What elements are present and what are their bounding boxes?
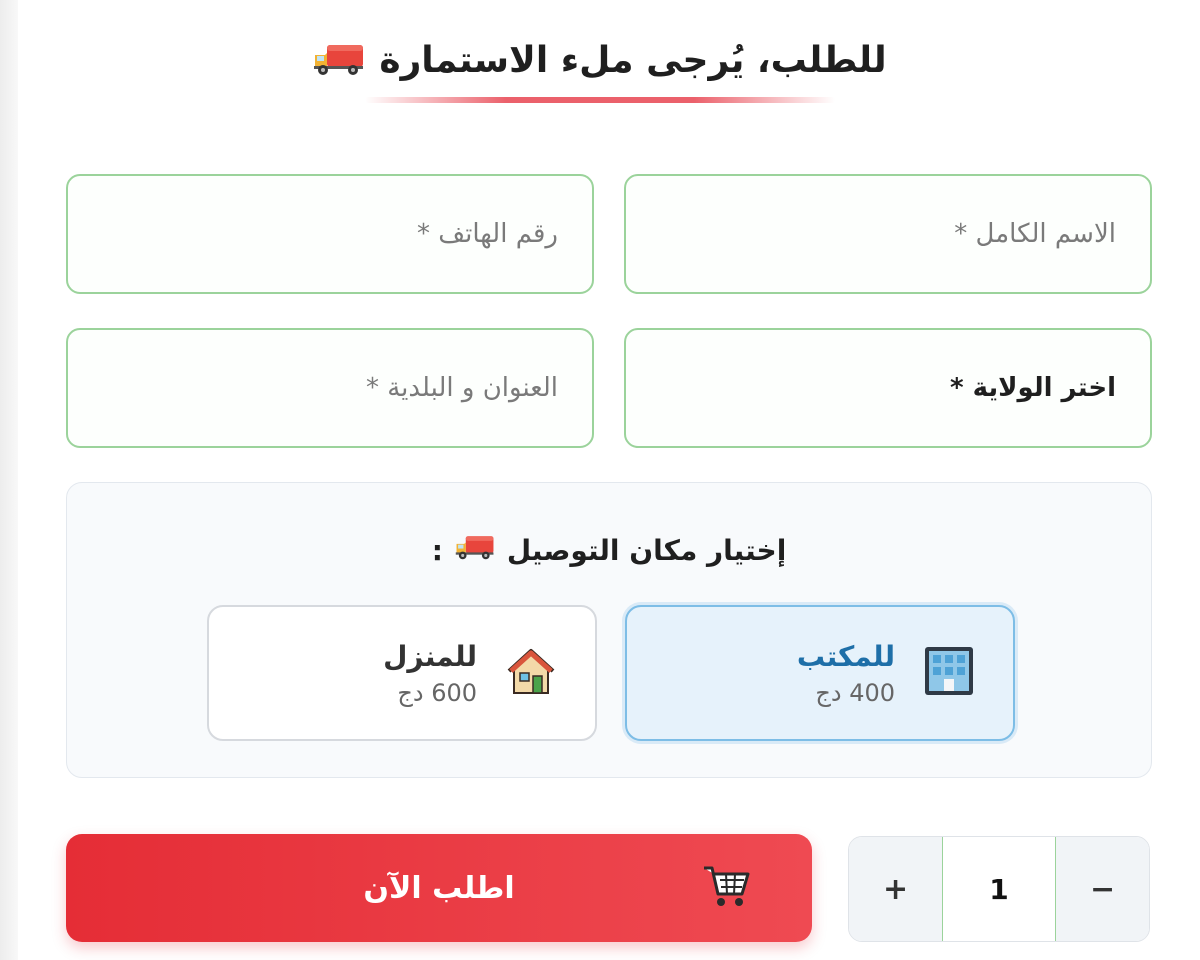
house-icon [503,643,559,703]
form-header: للطلب، يُرجى ملء الاستمارة [0,40,1200,103]
delivery-title-row: إختيار مكان التوصيل : [67,533,1151,568]
wilaya-select[interactable]: اختر الولاية * [624,328,1152,448]
title-row: للطلب، يُرجى ملء الاستمارة [313,40,887,81]
order-now-button[interactable]: اطلب الآن [66,834,812,942]
delivery-option-office[interactable]: للمكتب 400 دج [625,605,1015,741]
address-field[interactable] [66,328,594,448]
delivery-location-panel: إختيار مكان التوصيل : للمكتب 400 دج للمن… [66,482,1152,778]
quantity-decrease-button[interactable]: − [1055,837,1149,941]
home-option-label: للمنزل [383,639,477,673]
delivery-title: إختيار مكان التوصيل [506,534,787,567]
delivery-title-colon: : [431,534,443,567]
delivery-option-home[interactable]: للمنزل 600 دج [207,605,597,741]
delivery-truck-icon [455,533,495,568]
office-option-label: للمكتب [796,639,895,673]
title-underline [365,97,835,103]
office-building-icon [921,643,977,703]
order-now-label: اطلب الآن [363,870,515,906]
quantity-increase-button[interactable]: + [849,837,943,941]
home-option-price: 600 دج [397,678,477,707]
wilaya-select-label: اختر الولاية * [949,373,1116,403]
full-name-field[interactable] [624,174,1152,294]
full-name-input[interactable] [660,219,1116,249]
home-option-text: للمنزل 600 دج [383,640,477,707]
quantity-value[interactable]: 1 [943,837,1055,941]
cart-icon [700,860,752,920]
phone-field[interactable] [66,174,594,294]
quantity-stepper: − 1 + [848,836,1150,942]
office-option-text: للمكتب 400 دج [797,640,895,707]
office-option-price: 400 دج [815,678,895,707]
phone-input[interactable] [102,219,558,249]
delivery-truck-icon [313,41,365,81]
address-input[interactable] [102,373,558,403]
order-form-page: للطلب، يُرجى ملء الاستمارة اختر الولاية … [0,0,1200,960]
form-title: للطلب، يُرجى ملء الاستمارة [379,40,887,81]
scroll-edge [0,0,18,960]
